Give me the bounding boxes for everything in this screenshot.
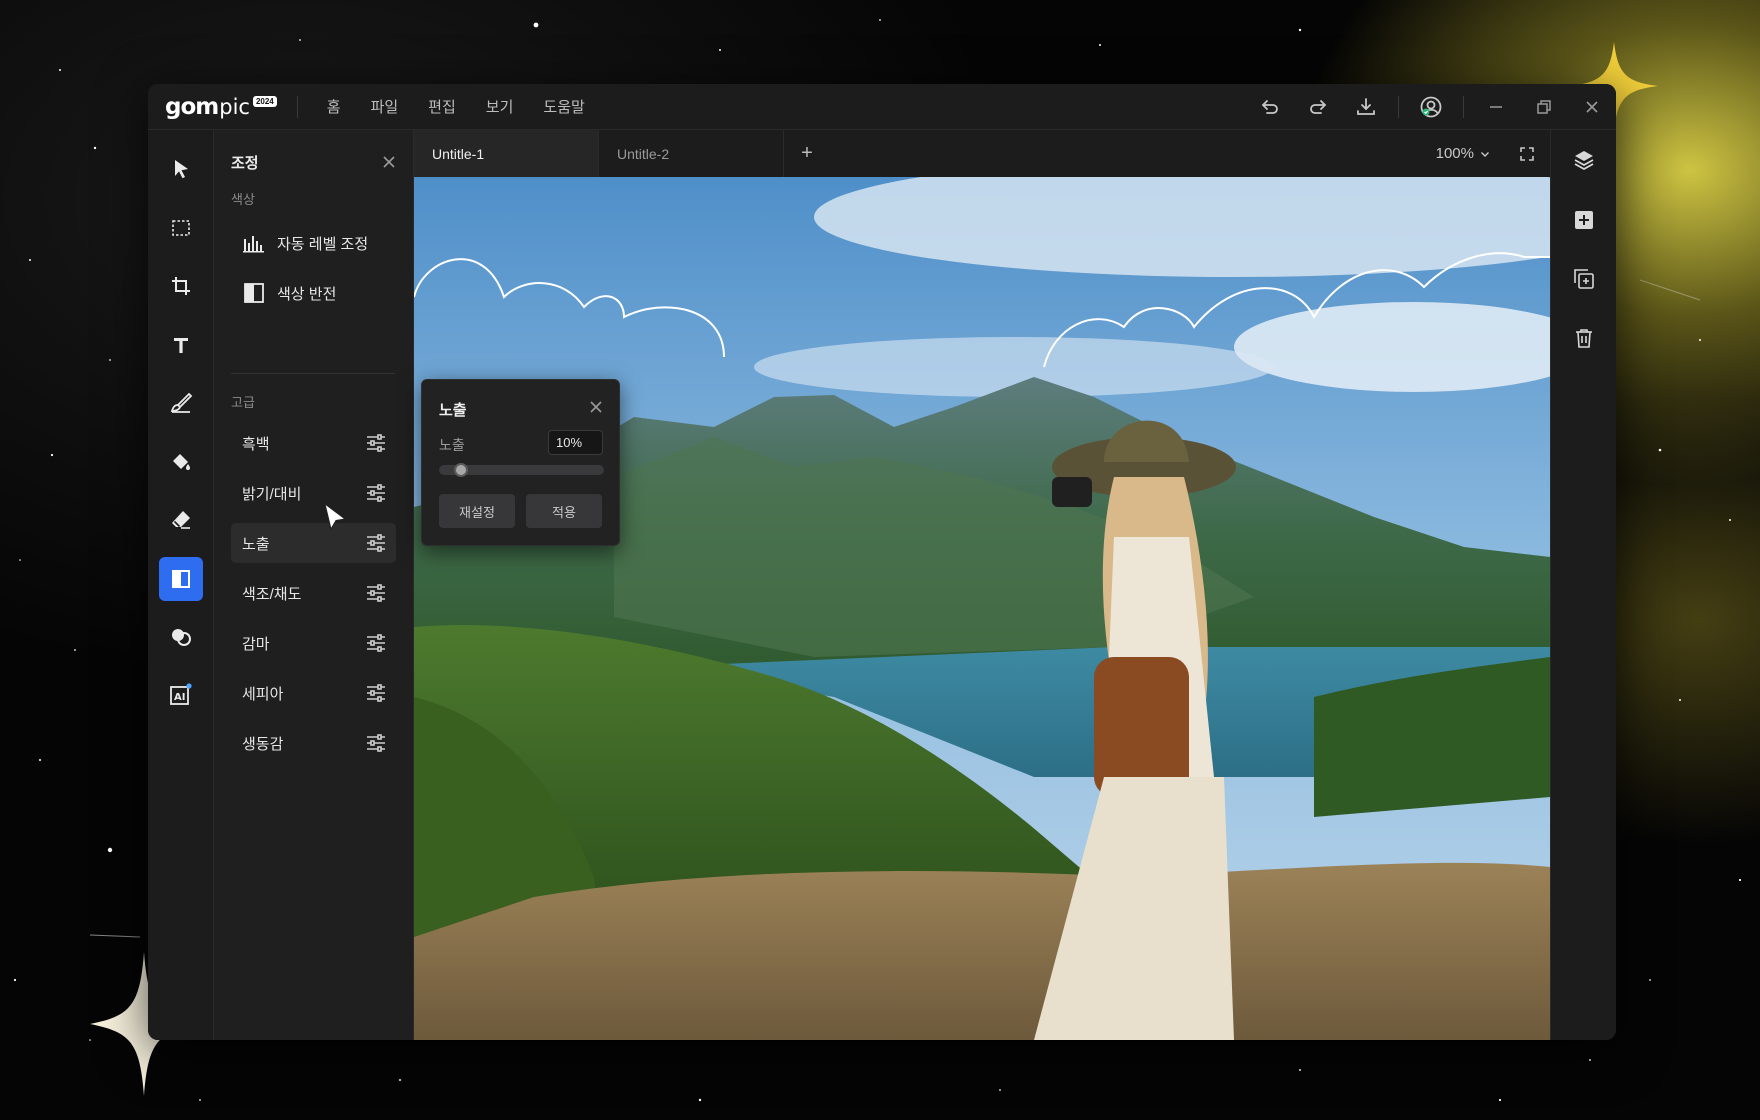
chevron-down-icon xyxy=(1481,151,1489,157)
panel-header: 조정 xyxy=(231,152,399,172)
logo-pic: pic xyxy=(219,94,250,119)
zoom-value: 100% xyxy=(1435,145,1474,162)
duplicate-layer-icon[interactable] xyxy=(1569,264,1599,294)
zoom-dropdown[interactable]: 100% xyxy=(1436,130,1504,177)
section-color-label: 색상 xyxy=(231,192,255,207)
crop-icon[interactable] xyxy=(159,264,203,308)
exposure-slider-thumb[interactable] xyxy=(454,463,469,477)
settings-sliders-icon[interactable] xyxy=(366,584,386,602)
app-window: gom pic 2024 홈 파일 편집 보기 도움말 AI 조정 색상 자동 … xyxy=(148,84,1616,1040)
adjust-icon[interactable] xyxy=(159,557,203,601)
logo-year-badge: 2024 xyxy=(252,95,277,107)
adv-item-label: 생동감 xyxy=(242,735,284,753)
menu-home[interactable]: 홈 xyxy=(312,96,356,117)
redo-icon[interactable] xyxy=(1294,84,1342,130)
adv-item-gamma[interactable]: 감마 xyxy=(231,623,396,663)
apply-button[interactable]: 적용 xyxy=(526,494,602,528)
adv-item-hue-saturation[interactable]: 색조/채도 xyxy=(231,573,396,613)
minimize-icon[interactable] xyxy=(1472,84,1520,130)
fill-bucket-icon[interactable] xyxy=(159,440,203,484)
adv-item-label: 밝기/대비 xyxy=(242,485,302,503)
main-menu: 홈 파일 편집 보기 도움말 xyxy=(312,96,600,117)
menu-view[interactable]: 보기 xyxy=(471,96,529,117)
add-layer-icon[interactable] xyxy=(1569,205,1599,235)
undo-icon[interactable] xyxy=(1246,84,1294,130)
select-arrow-icon[interactable] xyxy=(159,147,203,191)
exposure-field-label: 노출 xyxy=(439,437,465,453)
settings-sliders-icon[interactable] xyxy=(366,734,386,752)
levels-icon xyxy=(242,232,266,254)
adv-item-label: 세피아 xyxy=(242,685,284,703)
invert-color-item[interactable]: 색상 반전 xyxy=(231,273,396,313)
menu-file[interactable]: 파일 xyxy=(356,96,414,117)
exposure-value-input[interactable]: 10% xyxy=(548,430,603,455)
layers-icon[interactable] xyxy=(1569,145,1599,175)
title-separator xyxy=(296,95,298,118)
close-icon[interactable] xyxy=(1568,84,1616,130)
panel-close-icon[interactable] xyxy=(379,152,399,172)
adv-item-label: 흑백 xyxy=(242,435,270,453)
brush-icon[interactable] xyxy=(159,381,203,425)
panel-divider xyxy=(231,373,395,374)
settings-sliders-icon[interactable] xyxy=(366,434,386,452)
adv-item-blackwhite[interactable]: 흑백 xyxy=(231,423,396,463)
adjust-panel: 조정 색상 자동 레벨 조정 색상 반전 고급 흑백 밝기/대비 노출 색조/채… xyxy=(214,130,414,1040)
marquee-select-icon[interactable] xyxy=(159,206,203,250)
delete-icon[interactable] xyxy=(1569,323,1599,353)
fullscreen-icon[interactable] xyxy=(1504,130,1550,177)
restore-icon[interactable] xyxy=(1520,84,1568,130)
ai-icon[interactable]: AI xyxy=(159,673,203,717)
settings-sliders-icon[interactable] xyxy=(366,484,386,502)
menu-help[interactable]: 도움말 xyxy=(528,96,599,117)
adv-item-label: 색조/채도 xyxy=(242,585,302,603)
text-icon[interactable] xyxy=(159,323,203,367)
layers-bar xyxy=(1550,130,1616,1040)
title-actions xyxy=(1246,84,1616,129)
adv-item-brightness-contrast[interactable]: 밝기/대비 xyxy=(231,473,396,513)
panel-title: 조정 xyxy=(231,154,259,172)
svg-text:AI: AI xyxy=(174,692,185,703)
reset-button[interactable]: 재설정 xyxy=(439,494,515,528)
settings-sliders-icon[interactable] xyxy=(366,534,386,552)
auto-levels-item[interactable]: 자동 레벨 조정 xyxy=(231,223,396,263)
logo-gom: gom xyxy=(165,93,219,120)
title-bar: gom pic 2024 홈 파일 편집 보기 도움말 xyxy=(148,84,1616,130)
image-canvas[interactable] xyxy=(414,177,1550,1040)
tab-untitle-1[interactable]: Untitle-1 xyxy=(414,130,599,177)
invert-color-label: 색상 반전 xyxy=(277,285,337,303)
tool-bar: AI xyxy=(148,130,214,1040)
adv-item-label: 노출 xyxy=(242,535,270,553)
menu-edit[interactable]: 편집 xyxy=(413,96,471,117)
settings-sliders-icon[interactable] xyxy=(366,684,386,702)
exposure-slider[interactable] xyxy=(439,463,604,477)
section-advanced-label: 고급 xyxy=(231,395,255,410)
adv-item-sepia[interactable]: 세피아 xyxy=(231,673,396,713)
invert-icon xyxy=(242,282,266,304)
exposure-dialog: 노출 노출 10% 재설정 적용 xyxy=(421,379,620,546)
window-controls-separator xyxy=(1463,95,1464,118)
adv-item-vibrance[interactable]: 생동감 xyxy=(231,723,396,763)
exposure-close-icon[interactable] xyxy=(587,398,605,416)
exposure-dialog-title: 노출 xyxy=(439,402,467,419)
settings-sliders-icon[interactable] xyxy=(366,634,386,652)
app-logo: gom pic 2024 xyxy=(165,94,277,120)
document-tab-bar: Untitle-1 Untitle-2 + 100% xyxy=(414,130,1550,177)
add-tab-button[interactable]: + xyxy=(784,130,830,177)
filter-circles-icon[interactable] xyxy=(159,615,203,659)
download-icon[interactable] xyxy=(1342,84,1390,130)
eraser-icon[interactable] xyxy=(159,498,203,542)
auto-levels-label: 자동 레벨 조정 xyxy=(277,235,369,253)
adv-item-label: 감마 xyxy=(242,635,270,653)
landscape-photo xyxy=(414,177,1550,1040)
adv-item-exposure[interactable]: 노출 xyxy=(231,523,396,563)
title-actions-separator xyxy=(1398,95,1399,118)
tab-untitle-2[interactable]: Untitle-2 xyxy=(599,130,784,177)
account-icon[interactable] xyxy=(1407,84,1455,130)
